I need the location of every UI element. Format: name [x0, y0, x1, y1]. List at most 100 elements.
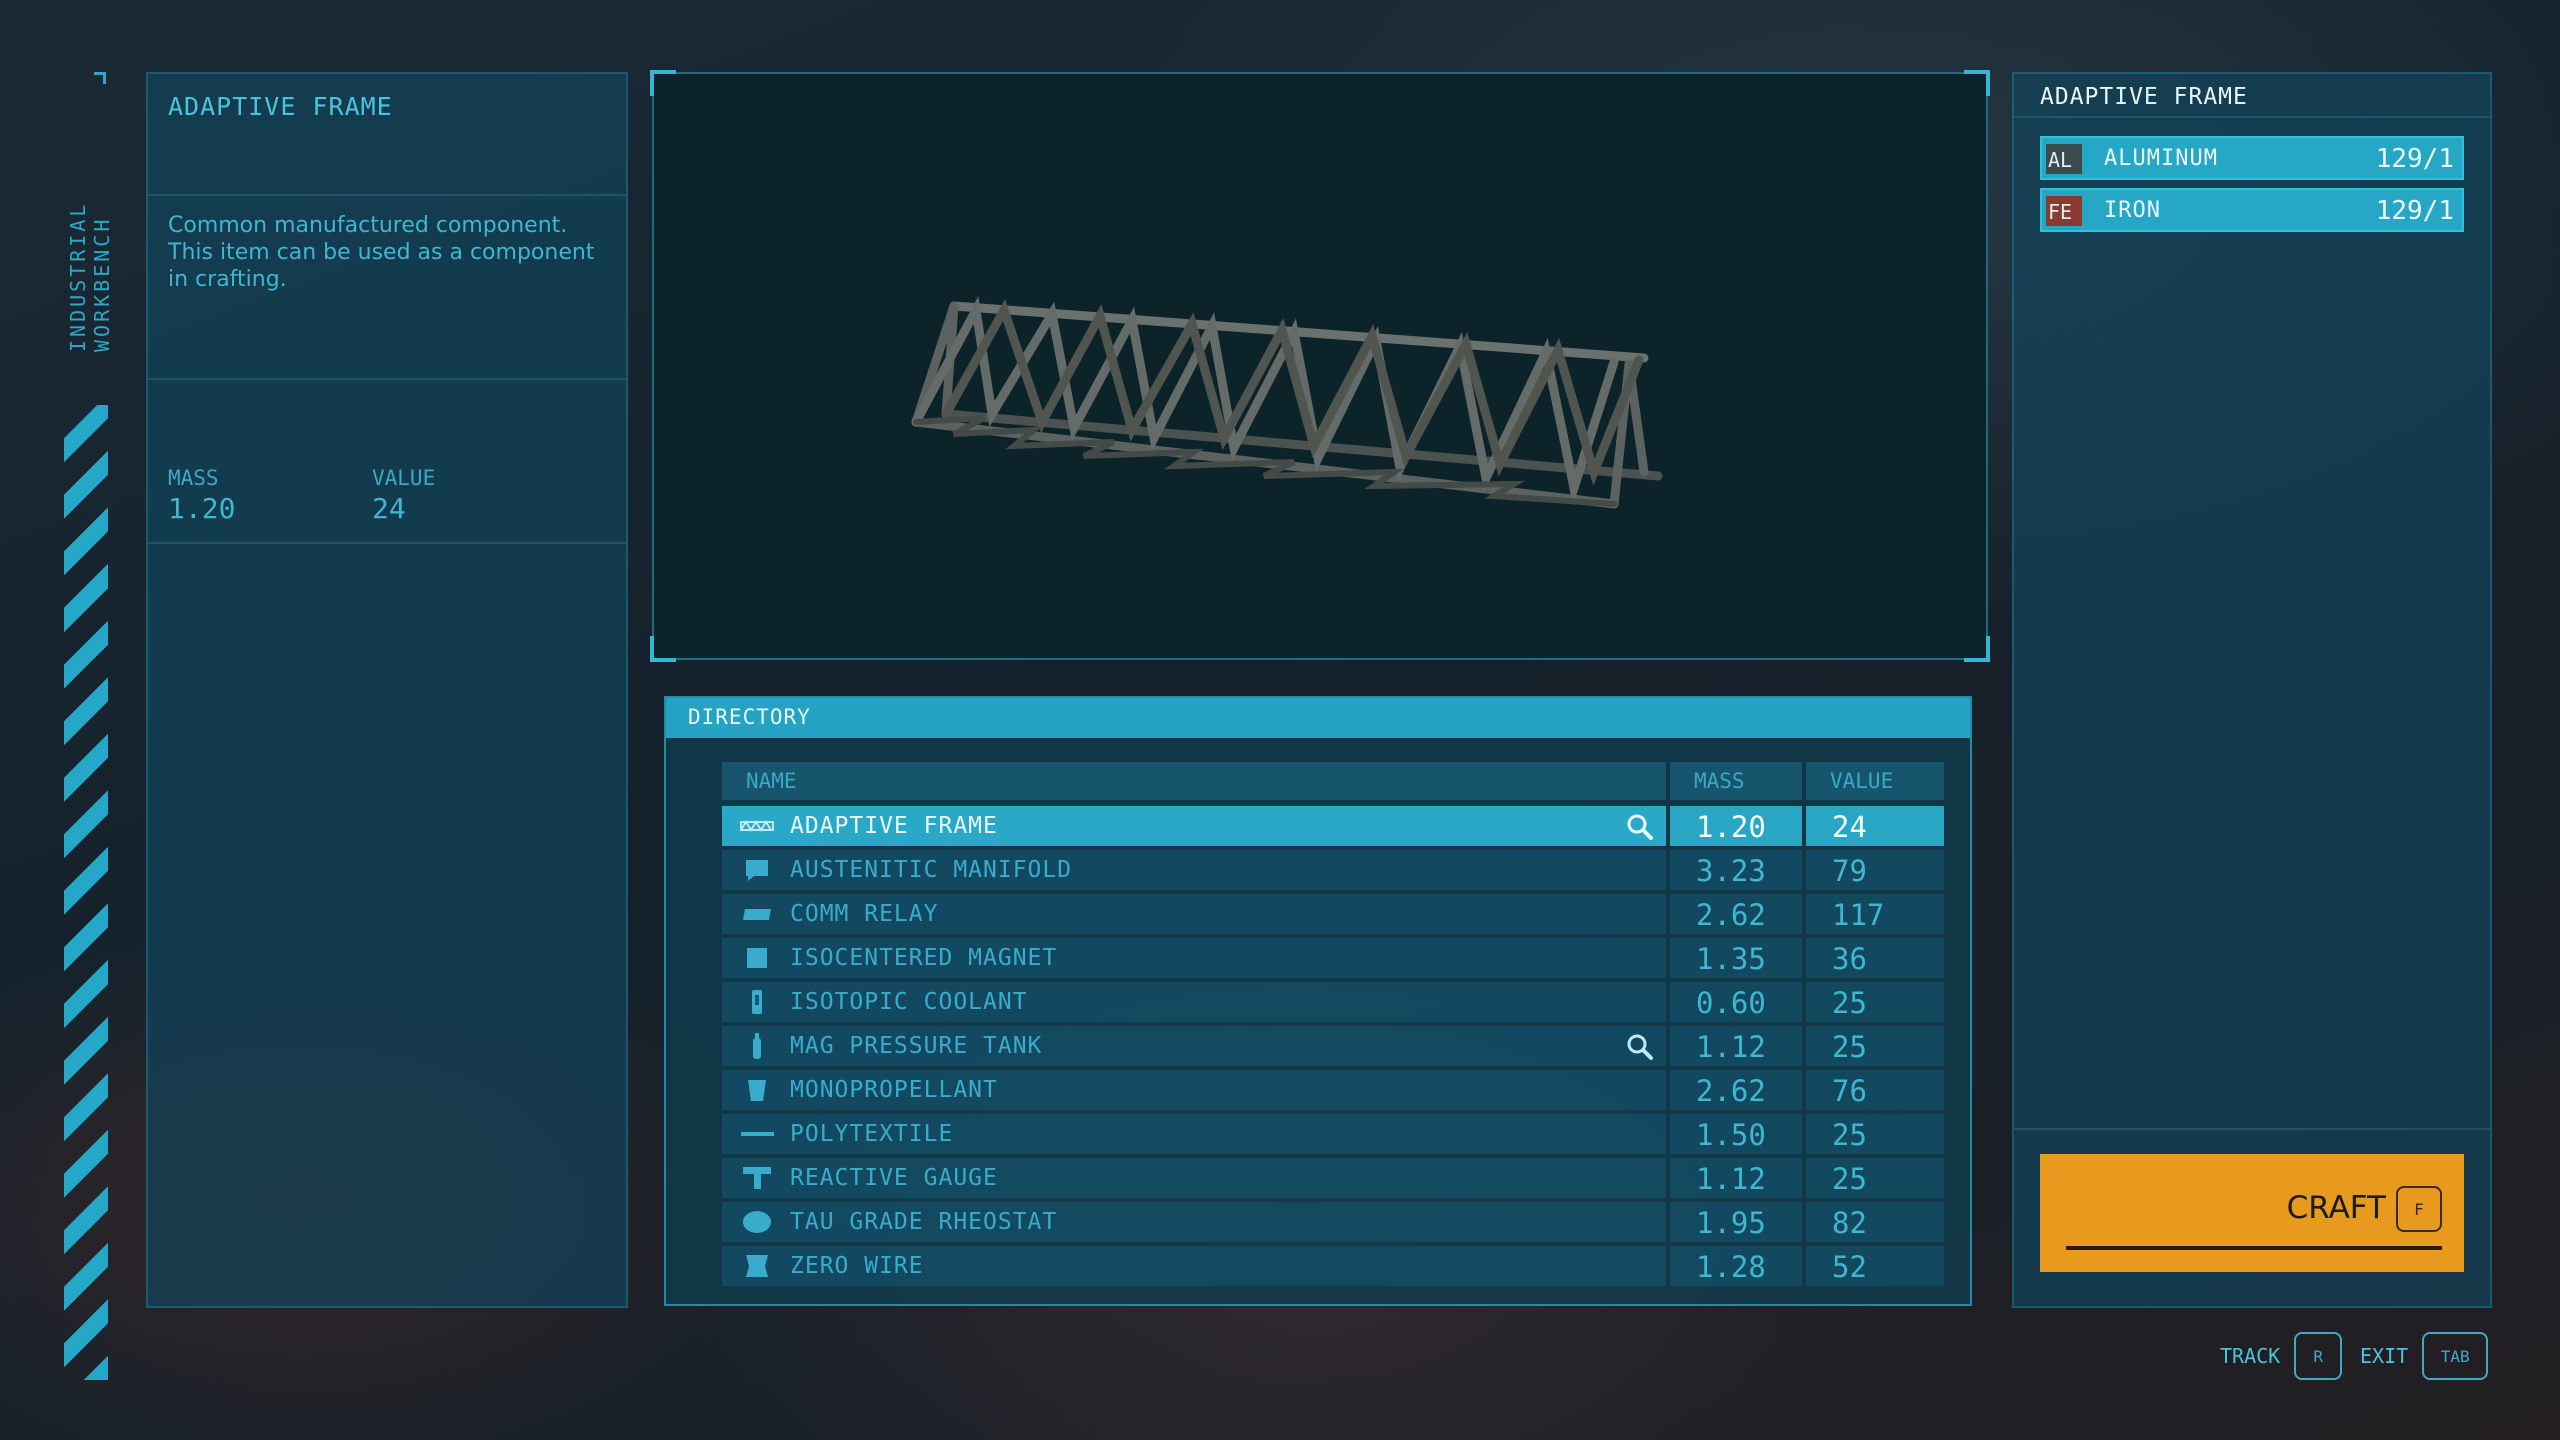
row-name: MAG PRESSURE TANK [790, 1033, 1043, 1059]
row-value-cell: 25 [1806, 982, 1944, 1022]
magnet-icon [740, 946, 774, 970]
row-name-cell-zero-wire[interactable]: ZERO WIRE [722, 1246, 1666, 1286]
item-info-panel: ADAPTIVE FRAME Common manufactured compo… [146, 72, 628, 1308]
row-mass: 1.28 [1696, 1250, 1766, 1284]
row-value: 82 [1832, 1206, 1867, 1240]
column-header-mass[interactable]: MASS [1670, 762, 1802, 800]
craft-button[interactable]: CRAFT F [2040, 1154, 2464, 1272]
row-name: TAU GRADE RHEOSTAT [790, 1209, 1058, 1235]
row-mass: 1.35 [1696, 942, 1766, 976]
aluminum-symbol-icon: AL [2046, 144, 2082, 174]
directory-panel: DIRECTORY NAME MASS VALUE ADAPTIVE FRAME… [664, 696, 1972, 1306]
row-mass-cell: 2.62 [1670, 1070, 1802, 1110]
directory-row[interactable]: POLYTEXTILE 1.50 25 [722, 1114, 1944, 1154]
recipe-panel: ADAPTIVE FRAME AL ALUMINUM 129/1 FE IRON… [2012, 72, 2492, 1308]
row-value-cell: 79 [1806, 850, 1944, 890]
row-name-cell-reactive-gauge[interactable]: REACTIVE GAUGE [722, 1158, 1666, 1198]
directory-row[interactable]: REACTIVE GAUGE 1.12 25 [722, 1158, 1944, 1198]
column-header-name[interactable]: NAME [722, 762, 1666, 800]
craft-hold-progress [2066, 1246, 2442, 1250]
row-mass: 1.95 [1696, 1206, 1766, 1240]
row-name-cell-polytextile[interactable]: POLYTEXTILE [722, 1114, 1666, 1154]
row-value-cell: 24 [1806, 806, 1944, 846]
row-name-cell-adaptive-frame[interactable]: ADAPTIVE FRAME [722, 806, 1666, 846]
search-icon[interactable] [1626, 1033, 1654, 1061]
row-name: ZERO WIRE [790, 1253, 924, 1279]
row-mass-cell: 1.50 [1670, 1114, 1802, 1154]
relay-icon [740, 902, 774, 926]
rheostat-icon [740, 1210, 774, 1234]
directory-row[interactable]: ISOCENTERED MAGNET 1.35 36 [722, 938, 1944, 978]
gauge-icon [740, 1166, 774, 1190]
hazard-stripes [64, 405, 108, 1380]
row-mass-cell: 1.12 [1670, 1026, 1802, 1066]
exit-key: TAB [2422, 1332, 2489, 1380]
frame-icon [740, 814, 774, 838]
row-value: 25 [1832, 986, 1867, 1020]
directory-row[interactable]: MONOPROPELLANT 2.62 76 [722, 1070, 1944, 1110]
row-name-cell-comm-relay[interactable]: COMM RELAY [722, 894, 1666, 934]
row-value-cell: 52 [1806, 1246, 1944, 1286]
resource-row-iron[interactable]: FE IRON 129/1 [2040, 188, 2464, 232]
item-preview-viewport[interactable] [650, 70, 1990, 662]
row-mass: 1.12 [1696, 1030, 1766, 1064]
row-name-cell-austenitic-manifold[interactable]: AUSTENITIC MANIFOLD [722, 850, 1666, 890]
row-value: 36 [1832, 942, 1867, 976]
divider [148, 378, 626, 380]
row-name: COMM RELAY [790, 901, 939, 927]
resource-row-aluminum[interactable]: AL ALUMINUM 129/1 [2040, 136, 2464, 180]
frame-corner [650, 636, 676, 662]
row-name-cell-mag-pressure-tank[interactable]: MAG PRESSURE TANK [722, 1026, 1666, 1066]
resource-quantity: 129/1 [2375, 196, 2454, 226]
row-name-cell-tau-grade-rheostat[interactable]: TAU GRADE RHEOSTAT [722, 1202, 1666, 1242]
directory-row[interactable]: ADAPTIVE FRAME 1.20 24 [722, 806, 1944, 846]
track-hint[interactable]: TRACK R [2220, 1332, 2343, 1380]
frame-corner [1964, 636, 1990, 662]
mass-value: 1.20 [168, 492, 236, 525]
row-value: 79 [1832, 854, 1867, 888]
wire-icon [740, 1254, 774, 1278]
row-value-cell: 82 [1806, 1202, 1944, 1242]
craft-label: CRAFT [2286, 1190, 2386, 1226]
row-name: REACTIVE GAUGE [790, 1165, 998, 1191]
row-name-cell-monopropellant[interactable]: MONOPROPELLANT [722, 1070, 1666, 1110]
row-mass: 1.50 [1696, 1118, 1766, 1152]
row-value: 24 [1832, 810, 1867, 844]
row-mass-cell: 1.28 [1670, 1246, 1802, 1286]
directory-row[interactable]: AUSTENITIC MANIFOLD 3.23 79 [722, 850, 1944, 890]
exit-hint[interactable]: EXIT TAB [2360, 1332, 2489, 1380]
row-mass: 2.62 [1696, 898, 1766, 932]
divider [2014, 1128, 2490, 1130]
row-name: POLYTEXTILE [790, 1121, 954, 1147]
row-value: 25 [1832, 1162, 1867, 1196]
row-value-cell: 25 [1806, 1026, 1944, 1066]
column-header-value[interactable]: VALUE [1806, 762, 1944, 800]
item-title: ADAPTIVE FRAME [168, 92, 393, 121]
resource-name: IRON [2104, 198, 2161, 223]
track-key: R [2294, 1332, 2343, 1380]
row-name-cell-isotopic-coolant[interactable]: ISOTOPIC COOLANT [722, 982, 1666, 1022]
row-name-cell-isocentered-magnet[interactable]: ISOCENTERED MAGNET [722, 938, 1666, 978]
resource-quantity: 129/1 [2375, 144, 2454, 174]
row-mass: 2.62 [1696, 1074, 1766, 1108]
row-value: 25 [1832, 1118, 1867, 1152]
row-mass-cell: 2.62 [1670, 894, 1802, 934]
value-value: 24 [372, 492, 406, 525]
row-mass: 1.20 [1696, 810, 1766, 844]
row-mass-cell: 3.23 [1670, 850, 1802, 890]
directory-row[interactable]: ISOTOPIC COOLANT 0.60 25 [722, 982, 1944, 1022]
row-value-cell: 36 [1806, 938, 1944, 978]
craft-key-hint: F [2396, 1186, 2442, 1232]
item-description: Common manufactured component. This item… [168, 213, 595, 292]
row-mass-cell: 1.35 [1670, 938, 1802, 978]
row-value: 25 [1832, 1030, 1867, 1064]
directory-row[interactable]: COMM RELAY 2.62 117 [722, 894, 1944, 934]
frame-corner [1964, 70, 1990, 96]
propellant-icon [740, 1078, 774, 1102]
directory-row[interactable]: TAU GRADE RHEOSTAT 1.95 82 [722, 1202, 1944, 1242]
directory-row[interactable]: ZERO WIRE 1.28 52 [722, 1246, 1944, 1286]
track-label: TRACK [2220, 1344, 2281, 1368]
directory-row[interactable]: MAG PRESSURE TANK 1.12 25 [722, 1026, 1944, 1066]
search-icon[interactable] [1626, 813, 1654, 841]
adaptive-frame-model [911, 295, 1663, 509]
